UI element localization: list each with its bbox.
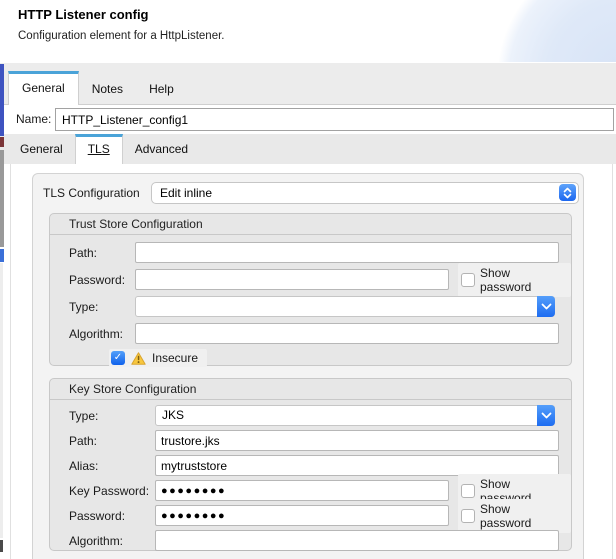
key-key-password-label: Key Password:: [69, 484, 155, 498]
key-password-row: Password: Show password: [69, 505, 571, 526]
main-tab-bar: General Notes Help: [0, 63, 616, 105]
name-row: Name:: [0, 105, 616, 134]
key-type-label: Type:: [69, 409, 155, 423]
key-path-row: Path:: [69, 430, 571, 451]
key-store-group: Key Store Configuration Type: JKS Path:: [49, 378, 572, 551]
key-show-password-label: Show password: [480, 502, 564, 530]
left-panel-sliver-maroon: [0, 137, 4, 147]
subtab-tls-label: TLS: [88, 142, 110, 156]
trust-type-label: Type:: [69, 300, 135, 314]
left-panel-sliver-light: [0, 263, 3, 538]
key-alias-input[interactable]: [155, 455, 559, 476]
key-type-dropdown[interactable]: JKS: [155, 405, 555, 426]
tls-configuration-row: TLS Configuration Edit inline: [43, 182, 581, 204]
tls-configuration-label: TLS Configuration: [43, 186, 140, 200]
trust-algorithm-row: Algorithm:: [69, 323, 571, 344]
subtab-tls[interactable]: TLS: [75, 134, 123, 164]
key-type-value: JKS: [156, 406, 554, 425]
name-input[interactable]: [55, 108, 614, 131]
trust-store-group-body: Path: Password: Show password Type:: [50, 234, 571, 366]
chevron-down-icon[interactable]: [537, 405, 555, 426]
key-key-password-row: Key Password: Show password: [69, 480, 571, 501]
trust-algorithm-input[interactable]: [135, 323, 559, 344]
content-left-edge: [10, 164, 11, 559]
key-alias-label: Alias:: [69, 459, 155, 473]
trust-path-input[interactable]: [135, 242, 559, 263]
insecure-option[interactable]: Insecure: [109, 349, 207, 367]
trust-password-row: Password: Show password: [69, 269, 571, 290]
form-header: HTTP Listener config Configuration eleme…: [0, 0, 616, 64]
key-algorithm-row: Algorithm:: [69, 530, 571, 551]
combo-stepper-icon[interactable]: [559, 184, 576, 201]
subtab-advanced-label: Advanced: [135, 142, 188, 156]
tls-tab-content: TLS Configuration Edit inline Trust Stor…: [0, 164, 616, 559]
trust-store-group-title: Trust Store Configuration: [50, 214, 571, 234]
key-path-input[interactable]: [155, 430, 559, 451]
page-subtitle: Configuration element for a HttpListener…: [18, 30, 224, 42]
http-listener-config-window: HTTP Listener config Configuration eleme…: [0, 0, 616, 559]
left-panel-sliver-blue2: [0, 249, 4, 262]
trust-password-input[interactable]: [135, 269, 449, 290]
key-show-password[interactable]: Show password: [458, 499, 571, 533]
tab-notes-label: Notes: [92, 82, 123, 96]
warning-icon: [131, 352, 146, 365]
key-store-group-body: Type: JKS Path: Alias:: [50, 399, 571, 551]
trust-path-label: Path:: [69, 246, 135, 260]
tab-help[interactable]: Help: [136, 74, 187, 104]
subtab-general-label: General: [20, 142, 63, 156]
tls-configuration-combobox[interactable]: Edit inline: [151, 182, 579, 204]
trust-store-group: Trust Store Configuration Path: Password…: [49, 213, 572, 366]
trust-show-password-label: Show password: [480, 266, 564, 294]
insecure-label: Insecure: [152, 351, 198, 365]
trust-type-row: Type:: [69, 296, 571, 317]
trust-algorithm-label: Algorithm:: [69, 327, 135, 341]
subtab-general[interactable]: General: [8, 134, 75, 164]
tls-configuration-value: Edit inline: [152, 183, 578, 203]
page-title: HTTP Listener config: [18, 7, 149, 22]
key-key-show-password-checkbox[interactable]: [461, 484, 475, 498]
key-path-label: Path:: [69, 434, 155, 448]
key-password-input[interactable]: [155, 505, 449, 526]
key-store-group-title: Key Store Configuration: [50, 379, 571, 399]
trust-show-password-checkbox[interactable]: [461, 273, 475, 287]
trust-type-dropdown[interactable]: [135, 296, 555, 317]
tab-general-label: General: [22, 81, 65, 95]
left-panel-sliver-speck: [0, 540, 3, 552]
key-password-label: Password:: [69, 509, 155, 523]
key-algorithm-label: Algorithm:: [69, 534, 155, 548]
subtab-advanced[interactable]: Advanced: [123, 134, 200, 164]
left-panel-sliver-gray: [0, 150, 4, 247]
tls-panel: TLS Configuration Edit inline Trust Stor…: [32, 173, 584, 559]
key-show-password-checkbox[interactable]: [461, 509, 475, 523]
key-key-password-input[interactable]: [155, 480, 449, 501]
name-label: Name:: [16, 105, 51, 134]
trust-password-label: Password:: [69, 273, 135, 287]
key-alias-row: Alias:: [69, 455, 571, 476]
key-algorithm-input[interactable]: [155, 530, 559, 551]
tab-notes[interactable]: Notes: [79, 74, 136, 104]
chevron-down-icon[interactable]: [537, 296, 555, 317]
tab-help-label: Help: [149, 82, 174, 96]
tab-general[interactable]: General: [8, 71, 79, 105]
content-right-edge: [612, 164, 613, 559]
trust-path-row: Path:: [69, 242, 571, 263]
insecure-row: Insecure: [109, 350, 571, 366]
key-type-row: Type: JKS: [69, 405, 571, 426]
insecure-checkbox[interactable]: [111, 351, 125, 365]
trust-show-password[interactable]: Show password: [458, 263, 571, 297]
sub-tab-bar: General TLS Advanced: [0, 134, 616, 164]
left-panel-sliver-blue: [0, 64, 4, 136]
header-decoration: [386, 0, 616, 62]
